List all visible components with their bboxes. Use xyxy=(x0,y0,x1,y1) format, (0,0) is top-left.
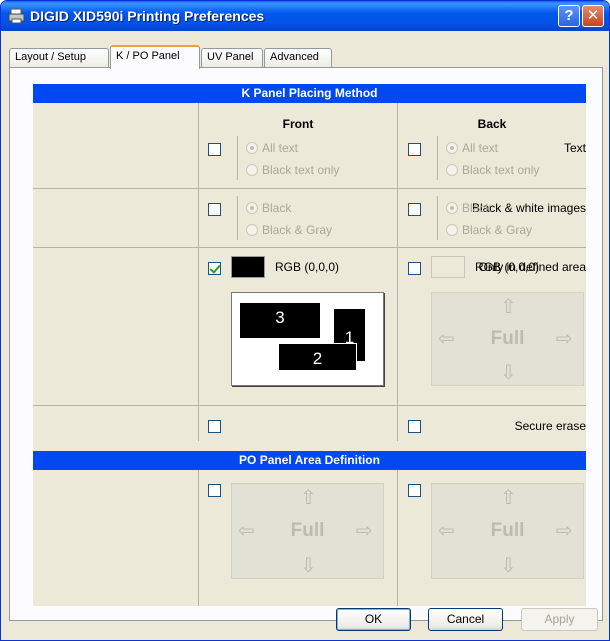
radio-selected-icon xyxy=(246,142,258,154)
text-back-checkbox[interactable] xyxy=(408,143,421,156)
radio-label: Black & Gray xyxy=(462,223,533,237)
text-back-separator xyxy=(437,136,438,180)
arrow-down-icon: ⇩ xyxy=(500,555,517,577)
k-panel-header: K Panel Placing Method xyxy=(33,84,586,103)
bw-back-checkbox[interactable] xyxy=(408,203,421,216)
po-back-area-placer: ⇧ ⇩ ⇦ ⇨ Full xyxy=(431,483,584,579)
arrow-down-icon: ⇩ xyxy=(500,362,517,384)
back-color-swatch[interactable] xyxy=(431,256,465,278)
text-front-black-only-radio[interactable]: Black text only xyxy=(246,163,339,177)
bw-front-checkbox[interactable] xyxy=(208,203,221,216)
radio-label: Black text only xyxy=(262,163,340,177)
bw-back-separator xyxy=(437,196,438,240)
window-title: DIGID XID590i Printing Preferences xyxy=(30,8,265,24)
title-bar: DIGID XID590i Printing Preferences ? ✕ xyxy=(1,1,609,31)
bw-back-black-radio[interactable]: Black xyxy=(446,201,491,215)
row-divider-3 xyxy=(33,405,586,406)
radio-label: All text xyxy=(462,141,499,155)
area-block-3[interactable]: 3 xyxy=(240,303,320,338)
tab-uv-panel[interactable]: UV Panel xyxy=(201,48,263,68)
text-back-black-only-radio[interactable]: Black text only xyxy=(446,163,539,177)
radio-empty-icon xyxy=(246,224,258,236)
settings-area: K Panel Placing Method Front Back Text A… xyxy=(33,84,586,606)
printing-preferences-window: DIGID XID590i Printing Preferences ? ✕ L… xyxy=(0,0,610,641)
placer-full-label: Full xyxy=(290,520,325,541)
radio-label: All text xyxy=(262,141,299,155)
bw-front-black-radio[interactable]: Black xyxy=(246,201,291,215)
defined-area-back-checkbox[interactable] xyxy=(408,262,421,275)
placer-full-label: Full xyxy=(490,520,525,541)
radio-label: Black & Gray xyxy=(262,223,333,237)
po-column-divider-2 xyxy=(397,470,398,606)
arrow-down-icon: ⇩ xyxy=(300,555,317,577)
column-divider-2 xyxy=(397,103,398,441)
front-area-definition-box[interactable]: 3 1 2 xyxy=(231,292,384,386)
po-back-checkbox[interactable] xyxy=(408,484,421,497)
radio-selected-icon xyxy=(446,202,458,214)
radio-selected-icon xyxy=(246,202,258,214)
front-color-swatch[interactable] xyxy=(231,256,265,278)
secure-erase-back-checkbox[interactable] xyxy=(408,420,421,433)
po-front-area-placer: ⇧ ⇩ ⇦ ⇨ Full xyxy=(231,483,384,579)
radio-label: Black text only xyxy=(462,163,540,177)
printer-icon xyxy=(8,8,25,24)
arrow-up-icon: ⇧ xyxy=(500,487,517,509)
tab-advanced[interactable]: Advanced xyxy=(264,48,332,68)
radio-empty-icon xyxy=(246,164,258,176)
radio-selected-icon xyxy=(446,142,458,154)
arrow-up-icon: ⇧ xyxy=(500,296,517,318)
placer-full-label: Full xyxy=(490,328,525,349)
back-area-placer: ⇧ ⇩ ⇦ ⇨ Full xyxy=(431,292,584,386)
po-column-divider-1 xyxy=(198,470,199,606)
text-front-checkbox[interactable] xyxy=(208,143,221,156)
row-divider-2 xyxy=(33,247,586,248)
front-rgb-value: RGB (0,0,0) xyxy=(275,260,340,274)
bw-front-black-gray-radio[interactable]: Black & Gray xyxy=(246,223,332,237)
back-rgb-value: RGB (0,0,0) xyxy=(475,260,540,274)
tab-layout-setup[interactable]: Layout / Setup xyxy=(9,48,109,68)
close-icon: ✕ xyxy=(586,7,600,24)
question-mark-icon: ? xyxy=(564,7,574,24)
column-divider-1 xyxy=(198,103,199,441)
back-column-title: Back xyxy=(477,117,507,131)
close-button[interactable]: ✕ xyxy=(582,5,604,27)
tab-k-po-panel[interactable]: K / PO Panel xyxy=(110,45,200,69)
row-divider-1 xyxy=(33,188,586,189)
tab-panel: K Panel Placing Method Front Back Text A… xyxy=(9,67,603,621)
po-front-checkbox[interactable] xyxy=(208,484,221,497)
secure-erase-front-checkbox[interactable] xyxy=(208,420,221,433)
radio-label: Black xyxy=(262,201,292,215)
radio-empty-icon xyxy=(446,224,458,236)
arrow-up-icon: ⇧ xyxy=(300,487,317,509)
po-panel-header: PO Panel Area Definition xyxy=(33,451,586,470)
area-block-2[interactable]: 2 xyxy=(278,343,357,371)
bw-front-separator xyxy=(237,196,238,240)
ok-button[interactable]: OK xyxy=(336,608,411,631)
front-column-title: Front xyxy=(282,117,314,131)
apply-button[interactable]: Apply xyxy=(521,608,598,631)
secure-erase-row-label: Secure erase xyxy=(514,419,586,433)
help-button[interactable]: ? xyxy=(558,5,580,27)
radio-empty-icon xyxy=(446,164,458,176)
text-front-all-text-radio[interactable]: All text xyxy=(246,141,298,155)
cancel-button[interactable]: Cancel xyxy=(428,608,503,631)
radio-label: Black xyxy=(462,201,492,215)
text-back-all-text-radio[interactable]: All text xyxy=(446,141,498,155)
defined-area-front-checkbox[interactable] xyxy=(208,262,221,275)
text-front-separator xyxy=(237,136,238,180)
bw-back-black-gray-radio[interactable]: Black & Gray xyxy=(446,223,532,237)
